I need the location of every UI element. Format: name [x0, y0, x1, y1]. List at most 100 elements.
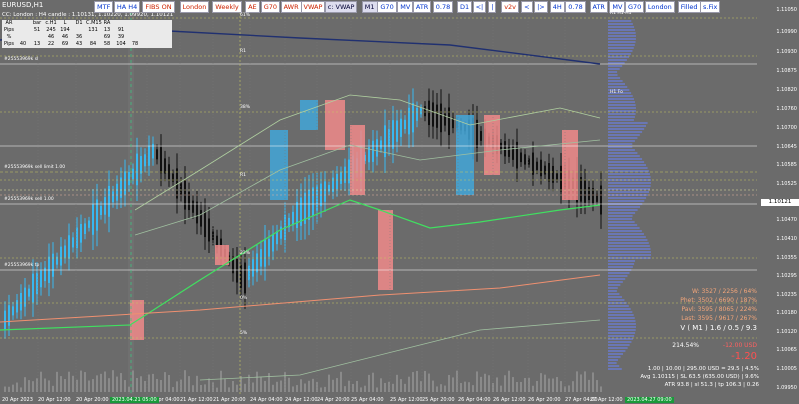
- volume-bar: [160, 380, 162, 392]
- price-tick: 1.10760: [776, 106, 797, 112]
- stats-cell: [16, 27, 30, 34]
- candle-body: [336, 173, 338, 190]
- fib-label: R1: [240, 49, 246, 54]
- volume-profile-bar: [608, 287, 618, 289]
- toolbar-button-20[interactable]: |>: [534, 1, 548, 13]
- toolbar-button-8[interactable]: VWAP: [300, 1, 326, 13]
- candle-body: [280, 226, 282, 239]
- stats-row: % 46 46 36 69 39: [2, 34, 172, 41]
- toolbar-button-23[interactable]: ATR: [589, 1, 608, 13]
- volume-profile-bar: [608, 353, 624, 355]
- volume-bar: [568, 385, 570, 392]
- toolbar-button-3[interactable]: London: [179, 1, 210, 13]
- volume-bar: [100, 373, 102, 392]
- candle-body: [296, 202, 298, 229]
- candle-body: [380, 140, 382, 149]
- volume-bar: [440, 384, 442, 392]
- volume-profile-bar: [608, 71, 618, 73]
- toolbar-button-27[interactable]: Filled: [677, 1, 701, 13]
- volume-profile-bar: [608, 131, 643, 133]
- toolbar-button-17[interactable]: |: [488, 1, 497, 13]
- volume-bar: [384, 382, 386, 392]
- volume-profile-bar: [608, 221, 635, 223]
- volume-bar: [596, 380, 598, 392]
- fib-label: R1: [240, 173, 246, 178]
- time-tick: 20 Apr 2023: [2, 397, 33, 403]
- time-tick: 24 Apr 12:00: [285, 397, 318, 403]
- candle-body: [28, 288, 30, 297]
- volume-profile-bar: [608, 164, 646, 166]
- candle-body: [532, 152, 534, 175]
- price-tick: 1.10120: [776, 329, 797, 335]
- toolbar-button-7[interactable]: AWR: [280, 1, 302, 13]
- volume-profile-bar: [608, 332, 636, 334]
- candle-body: [8, 305, 10, 326]
- stats-cell: 69: [103, 34, 111, 40]
- volume-profile-bar: [608, 281, 623, 283]
- volume-profile-bar: [608, 344, 630, 346]
- candle-body: [64, 245, 66, 258]
- stats-cell: [30, 34, 44, 41]
- volume-profile-bar: [608, 158, 643, 160]
- candle-body: [448, 107, 450, 136]
- toolbar-button-9[interactable]: c: VWAP: [324, 1, 358, 13]
- toolbar-button-26[interactable]: London: [644, 1, 675, 13]
- volume-bar: [428, 373, 430, 392]
- time-tick: 26 Apr 12:00: [493, 397, 526, 403]
- volume-profile-bar: [608, 53, 631, 55]
- toolbar-button-1[interactable]: HA H4: [113, 1, 141, 13]
- toolbar-button-32[interactable]: s.Fix: [700, 1, 721, 13]
- volume-profile-bar: [608, 350, 626, 352]
- volume-profile-bar: [608, 317, 635, 319]
- candle-body: [172, 173, 174, 182]
- stats-table: AR bar c.H1 L D1 C.M15 RA Pips 51 245 194 131 13 91% 4…: [2, 20, 172, 48]
- candle-body: [128, 171, 130, 186]
- stats-cell: C.M15: [86, 20, 102, 26]
- price-tick: 1.10470: [776, 217, 797, 223]
- toolbar-button-19[interactable]: <: [521, 1, 533, 13]
- toolbar-button-10[interactable]: M1: [361, 1, 378, 13]
- volume-profile-bar: [608, 356, 621, 358]
- volume-bar: [404, 383, 406, 392]
- volume-profile-bar: [608, 119, 634, 121]
- toolbar-button-0[interactable]: MTF: [94, 1, 114, 13]
- toolbar-button-11[interactable]: G70: [377, 1, 397, 13]
- volume-bar: [44, 378, 46, 392]
- toolbar-button-14[interactable]: 0.78: [432, 1, 454, 13]
- candle-body: [204, 211, 206, 238]
- candle-body: [416, 107, 418, 121]
- toolbar-button-22[interactable]: 0.78: [565, 1, 586, 13]
- volume-bar: [152, 373, 154, 392]
- volume-bar: [288, 377, 290, 392]
- volume-profile-bar: [608, 275, 628, 277]
- toolbar-button-12[interactable]: MV: [397, 1, 414, 13]
- volume-profile-bar: [608, 41, 636, 43]
- candle-body: [592, 188, 594, 204]
- stats-cell: 245: [46, 27, 56, 33]
- price-tick: 1.10585: [776, 162, 797, 168]
- candle-body: [40, 270, 42, 288]
- toolbar-button-15[interactable]: D1: [457, 1, 473, 13]
- volume-profile-bar: [608, 308, 631, 310]
- candle-body: [444, 113, 446, 126]
- volume-bar: [468, 382, 470, 392]
- volume-bar: [48, 380, 50, 392]
- toolbar-button-18[interactable]: v2v: [501, 1, 520, 13]
- candle-body: [420, 107, 422, 115]
- stats-cell: [16, 34, 30, 41]
- volume-profile-bar: [608, 218, 633, 220]
- candle-body: [68, 235, 70, 259]
- stats-cell: c.H1: [45, 20, 57, 26]
- toolbar-button-6[interactable]: G70: [260, 1, 280, 13]
- candle-body: [108, 185, 110, 217]
- volume-profile-bar: [608, 233, 644, 235]
- toolbar-button-4[interactable]: Weekly: [212, 1, 242, 13]
- order-line-label: H1 Fo: [610, 90, 623, 95]
- candle-body: [12, 306, 14, 316]
- toolbar-button-21[interactable]: 4H: [549, 1, 565, 13]
- volume-bar: [540, 373, 542, 392]
- toolbar-button-2[interactable]: FIBS ON: [142, 1, 175, 13]
- toolbar-button-5[interactable]: AE: [245, 1, 260, 13]
- toolbar-button-13[interactable]: ATR: [412, 1, 432, 13]
- toolbar-button-16[interactable]: <|: [472, 1, 487, 13]
